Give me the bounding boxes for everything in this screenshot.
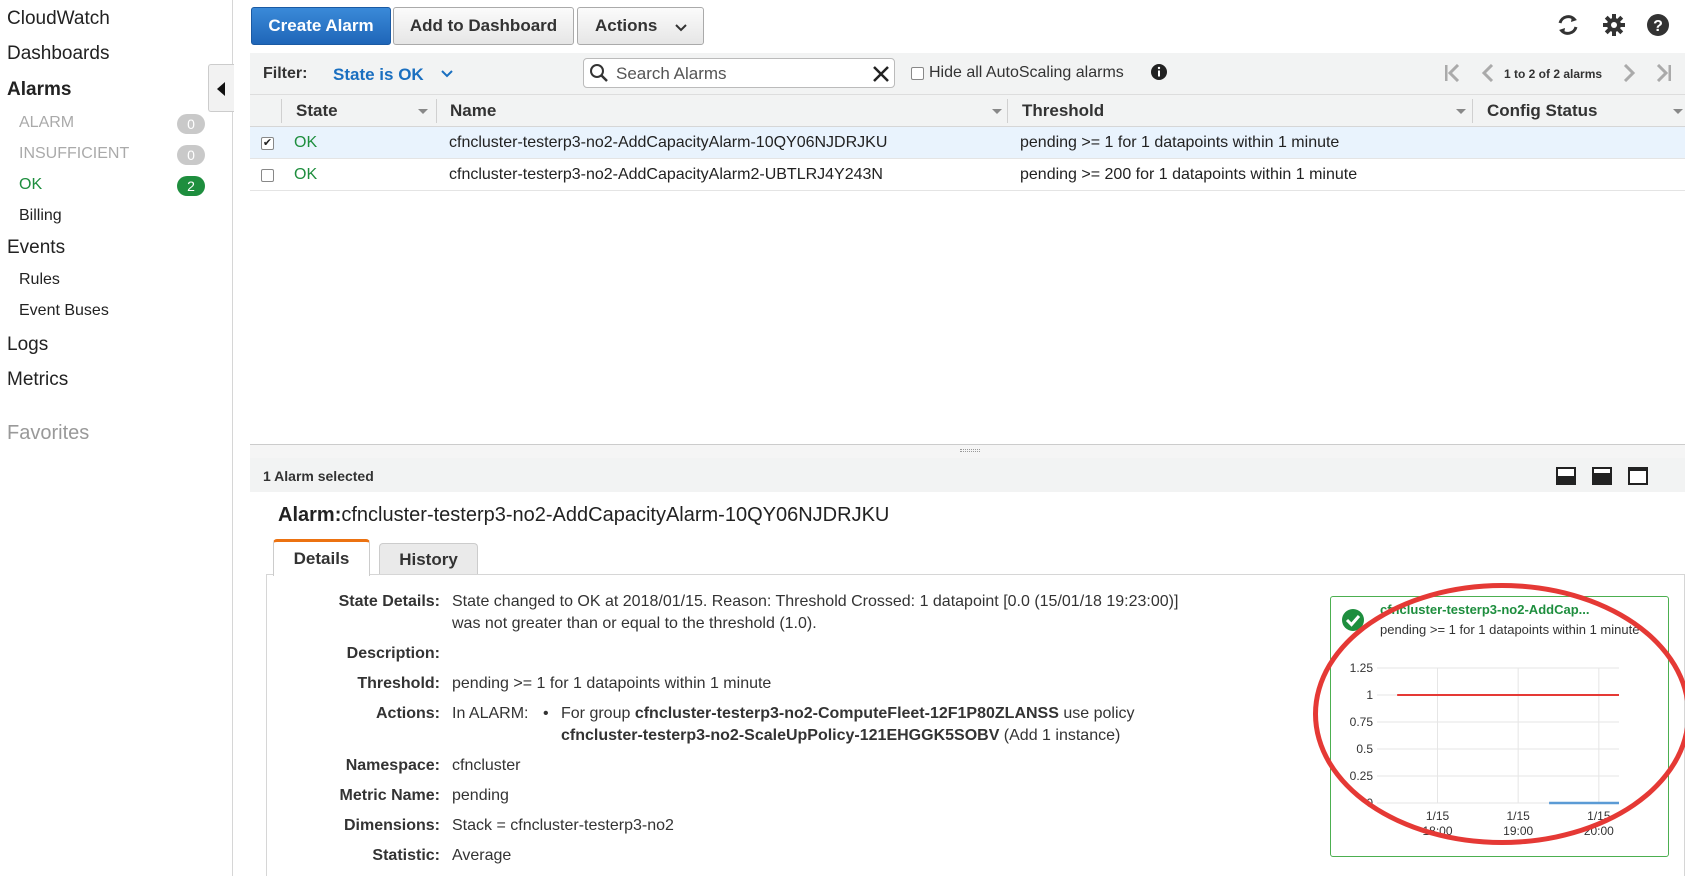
- column-header-name[interactable]: Name: [450, 95, 496, 127]
- prev-page-icon[interactable]: [1481, 64, 1495, 82]
- nav-ok-state[interactable]: OK: [19, 176, 42, 194]
- label-namespace: Namespace:: [345, 757, 440, 774]
- row-name[interactable]: cfncluster-testerp3-no2-AddCapacityAlarm…: [449, 127, 887, 159]
- search-box[interactable]: Search Alarms: [583, 58, 895, 88]
- nav-rules[interactable]: Rules: [19, 271, 60, 289]
- filter-label: Filter:: [263, 65, 308, 82]
- collapse-sidebar-button[interactable]: [208, 64, 234, 112]
- label-actions: Actions:: [376, 705, 440, 722]
- highlight-annotation: [1313, 583, 1685, 845]
- row-state: OK: [294, 166, 318, 183]
- resize-handle[interactable]: [250, 444, 1685, 458]
- column-header-threshold[interactable]: Threshold: [1022, 95, 1104, 127]
- search-input[interactable]: Search Alarms: [616, 64, 727, 84]
- row-name[interactable]: cfncluster-testerp3-no2-AddCapacityAlarm…: [449, 159, 883, 191]
- nav-event-buses[interactable]: Event Buses: [19, 302, 109, 320]
- label-statistic: Statistic:: [372, 847, 440, 864]
- svg-text:?: ?: [1653, 18, 1663, 35]
- info-icon[interactable]: [1150, 63, 1168, 81]
- row-threshold: pending >= 1 for 1 datapoints within 1 m…: [1020, 134, 1340, 151]
- nav-metrics[interactable]: Metrics: [7, 369, 68, 391]
- actions-add-instance: (Add 1 instance): [999, 727, 1121, 744]
- nav-insufficient-state[interactable]: INSUFFICIENT: [19, 145, 129, 163]
- actions-use-policy: use policy: [1058, 705, 1135, 722]
- nav-alarm-state[interactable]: ALARM: [19, 114, 74, 132]
- create-alarm-button[interactable]: Create Alarm: [251, 7, 391, 45]
- panel-minimize-icon[interactable]: [1556, 467, 1576, 485]
- state-sort-icon[interactable]: [418, 109, 428, 114]
- nav-dashboards[interactable]: Dashboards: [7, 43, 109, 65]
- value-state-details-line1: State changed to OK at 2018/01/15. Reaso…: [452, 593, 1179, 610]
- value-statistic: Average: [452, 847, 512, 864]
- selected-count: 1 Alarm selected: [263, 468, 374, 484]
- row-threshold: pending >= 200 for 1 datapoints within 1…: [1020, 166, 1358, 183]
- alarm-title-name: cfncluster-testerp3-no2-AddCapacityAlarm…: [341, 504, 890, 526]
- help-icon[interactable]: ?: [1645, 12, 1671, 38]
- filter-value-dropdown[interactable]: State is OK: [333, 65, 424, 85]
- threshold-sort-icon[interactable]: [1456, 109, 1466, 114]
- actions-policy-name[interactable]: cfncluster-testerp3-no2-ScaleUpPolicy-12…: [561, 727, 999, 744]
- chevron-down-icon: [675, 24, 687, 32]
- selection-bar: 1 Alarm selected: [250, 458, 1685, 492]
- nav-billing[interactable]: Billing: [19, 207, 62, 225]
- alarm-title: Alarm:cfncluster-testerp3-no2-AddCapacit…: [278, 504, 889, 527]
- ok-count-badge: 2: [177, 176, 205, 196]
- nav-favorites[interactable]: Favorites: [7, 422, 89, 445]
- value-namespace: cfncluster: [452, 757, 521, 774]
- nav-alarms[interactable]: Alarms: [7, 79, 71, 101]
- last-page-icon[interactable]: [1653, 64, 1673, 82]
- hide-autoscaling-checkbox[interactable]: [911, 67, 924, 80]
- row-checkbox[interactable]: ✔: [261, 137, 274, 150]
- insufficient-count-badge: 0: [177, 145, 205, 165]
- next-page-icon[interactable]: [1622, 64, 1636, 82]
- tab-history[interactable]: History: [379, 543, 478, 575]
- label-threshold: Threshold:: [357, 675, 440, 692]
- label-metric-name: Metric Name:: [339, 787, 440, 804]
- pagination-text: 1 to 2 of 2 alarms: [1504, 67, 1603, 81]
- column-header-state[interactable]: State: [296, 95, 338, 127]
- value-actions-line1: For group cfncluster-testerp3-no2-Comput…: [561, 705, 1135, 723]
- refresh-icon[interactable]: [1555, 12, 1581, 38]
- config-status-sort-icon[interactable]: [1673, 109, 1683, 114]
- value-actions-state: In ALARM:: [452, 705, 529, 722]
- first-page-icon[interactable]: [1443, 64, 1463, 82]
- alarms-table: State Name Threshold Config Status ✔ OK …: [250, 95, 1685, 191]
- hide-autoscaling-label[interactable]: Hide all AutoScaling alarms: [929, 64, 1124, 82]
- column-header-config-status[interactable]: Config Status: [1487, 95, 1598, 127]
- sidebar: CloudWatch Dashboards Alarms ALARM 0 INS…: [0, 0, 233, 876]
- actions-for-group: For group: [561, 705, 635, 722]
- value-actions-line2: cfncluster-testerp3-no2-ScaleUpPolicy-12…: [561, 727, 1120, 745]
- label-description: Description:: [346, 645, 440, 662]
- value-threshold: pending >= 1 for 1 datapoints within 1 m…: [452, 675, 772, 692]
- row-checkbox[interactable]: [261, 169, 274, 182]
- nav-cloudwatch[interactable]: CloudWatch: [7, 8, 110, 30]
- alarm-count-badge: 0: [177, 114, 205, 134]
- actions-label: Actions: [595, 16, 658, 35]
- gear-icon[interactable]: [1601, 12, 1627, 38]
- alarm-title-prefix: Alarm:: [278, 504, 342, 526]
- actions-dropdown[interactable]: Actions: [577, 7, 704, 45]
- panel-split-icon[interactable]: [1592, 467, 1612, 485]
- label-state-details: State Details:: [338, 593, 440, 610]
- value-state-details-line2: was not greater than or equal to the thr…: [452, 615, 817, 632]
- tab-details[interactable]: Details: [273, 539, 370, 576]
- row-state: OK: [294, 134, 318, 151]
- name-sort-icon[interactable]: [992, 109, 1002, 114]
- table-row[interactable]: OK cfncluster-testerp3-no2-AddCapacityAl…: [250, 159, 1685, 191]
- filter-bar: Filter: State is OK Search Alarms Hide a…: [250, 53, 1685, 95]
- actions-bullet: •: [543, 705, 549, 722]
- search-icon: [590, 64, 608, 82]
- filter-chevron-down-icon[interactable]: [441, 70, 453, 78]
- clear-search-icon[interactable]: [872, 65, 890, 83]
- nav-logs[interactable]: Logs: [7, 334, 48, 356]
- table-header: State Name Threshold Config Status: [250, 95, 1685, 127]
- panel-maximize-icon[interactable]: [1628, 467, 1648, 485]
- nav-events[interactable]: Events: [7, 237, 65, 259]
- value-metric-name: pending: [452, 787, 509, 804]
- value-dimensions: Stack = cfncluster-testerp3-no2: [452, 817, 674, 834]
- table-row[interactable]: ✔ OK cfncluster-testerp3-no2-AddCapacity…: [250, 127, 1685, 159]
- actions-group-name[interactable]: cfncluster-testerp3-no2-ComputeFleet-12F…: [635, 705, 1059, 722]
- label-dimensions: Dimensions:: [343, 817, 440, 834]
- add-to-dashboard-button[interactable]: Add to Dashboard: [393, 7, 574, 45]
